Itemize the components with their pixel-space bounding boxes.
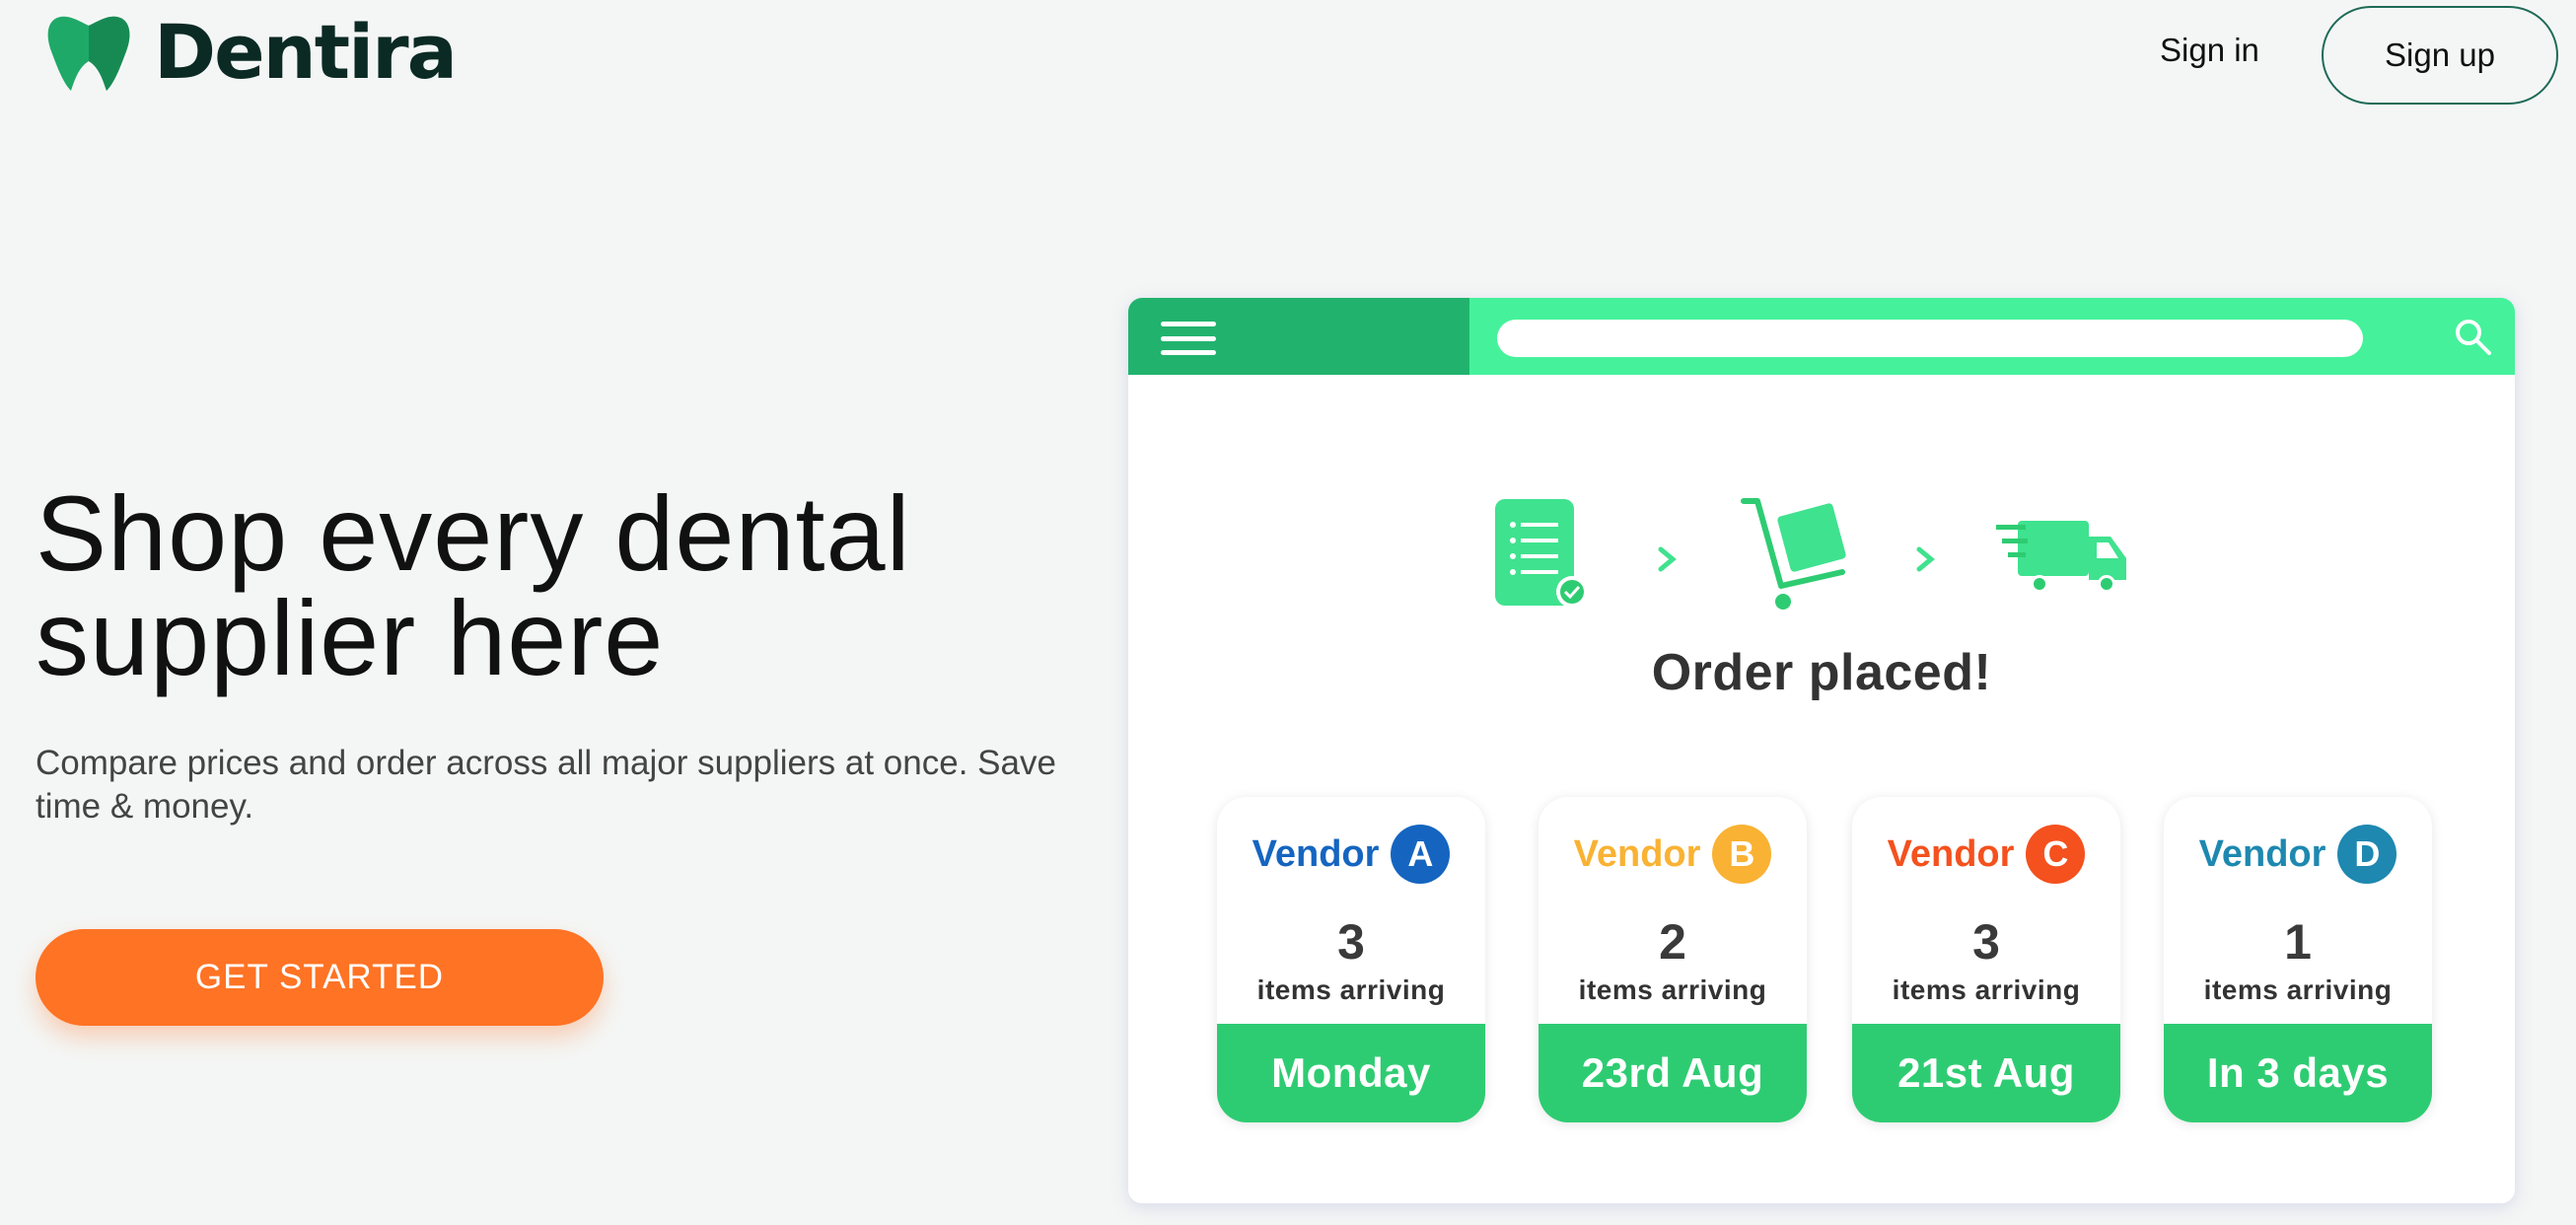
items-label: items arriving — [1256, 974, 1446, 1005]
vendor-card-d: Vendor D 1 items arriving In 3 days — [2164, 797, 2432, 1122]
hamburger-icon — [1161, 322, 1216, 355]
mock-topbar-left — [1128, 298, 1469, 375]
hero-title: Shop every dental supplier here — [36, 473, 911, 697]
hero-subtitle: Compare prices and order across all majo… — [36, 744, 1056, 826]
chevron-right-icon — [1658, 546, 1677, 572]
vendor-letter-badge: A — [1391, 825, 1451, 884]
arrival-date: In 3 days — [2164, 1024, 2432, 1122]
vendor-letter-badge: D — [2337, 825, 2397, 884]
mock-topbar-right — [1469, 298, 2515, 375]
vendor-card-b: Vendor B 2 items arriving 23rd Aug — [1538, 797, 1807, 1122]
delivery-truck-icon — [1996, 521, 2126, 593]
arrival-date: 21st Aug — [1852, 1024, 2120, 1122]
order-list-icon — [1495, 499, 1588, 608]
mock-search-field — [1497, 320, 2363, 357]
order-placed-title: Order placed! — [1651, 644, 1992, 701]
logo[interactable]: Dentira — [45, 8, 458, 96]
logo-text: Dentira — [154, 8, 458, 96]
app-mockup: Order placed! Vendor A 3 items arriving … — [1128, 298, 2515, 1203]
search-icon — [2456, 320, 2491, 355]
vendor-name: Vendor — [1252, 832, 1380, 875]
arrival-date: 23rd Aug — [1538, 1024, 1807, 1122]
items-count: 2 — [1659, 914, 1686, 970]
vendor-name: Vendor — [1887, 832, 2015, 875]
items-label: items arriving — [1578, 974, 1767, 1005]
vendor-card-c: Vendor C 3 items arriving 21st Aug — [1852, 797, 2120, 1122]
arrival-date: Monday — [1217, 1024, 1485, 1122]
get-started-button[interactable]: GET STARTED — [36, 929, 604, 1026]
vendor-letter-badge: B — [1712, 825, 1772, 884]
items-label: items arriving — [2203, 974, 2393, 1005]
signup-button[interactable]: Sign up — [2322, 6, 2558, 105]
vendor-name: Vendor — [2198, 832, 2326, 875]
items-label: items arriving — [1892, 974, 2081, 1005]
items-count: 1 — [2284, 914, 2312, 970]
signin-link[interactable]: Sign in — [2160, 32, 2259, 69]
items-count: 3 — [1972, 914, 2000, 970]
mock-topbar — [1128, 298, 2515, 375]
cart-icon — [1741, 498, 1846, 610]
vendor-card-a: Vendor A 3 items arriving Monday — [1217, 797, 1485, 1122]
chevron-right-icon — [1916, 546, 1935, 572]
vendor-name: Vendor — [1573, 832, 1701, 875]
vendor-letter-badge: C — [2026, 825, 2086, 884]
items-count: 3 — [1337, 914, 1365, 970]
tooth-logo-icon — [47, 16, 130, 91]
